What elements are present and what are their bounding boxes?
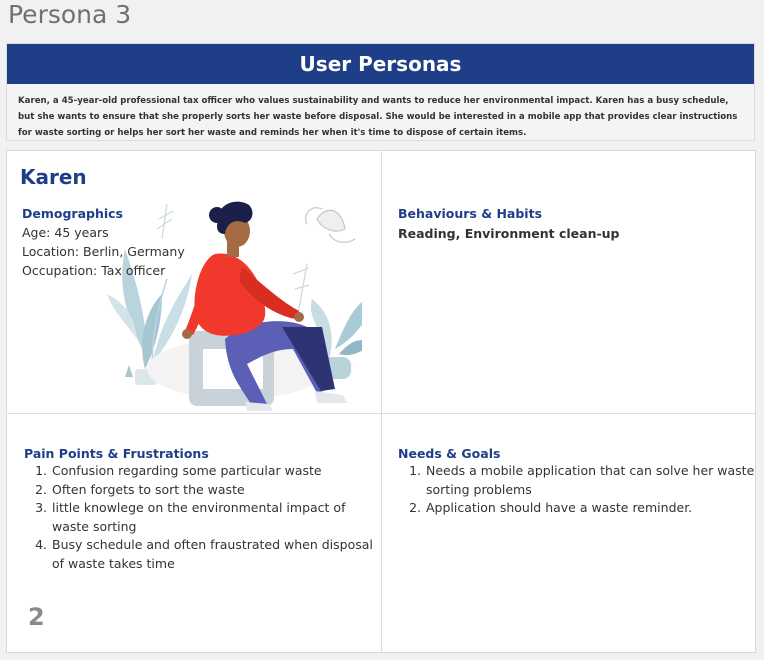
list-item: Often forgets to sort the waste [51,481,386,500]
persona-name: Karen [20,165,87,189]
grid-divider-vertical [381,151,382,652]
leaves-icon [305,207,356,243]
behaviours-title: Behaviours & Habits [398,206,543,221]
page-title: Persona 3 [8,0,132,29]
list-item: Confusion regarding some particular wast… [51,462,386,481]
grid-divider-horizontal [7,413,755,414]
pain-points-title: Pain Points & Frustrations [24,446,209,461]
list-item: little knowlege on the environmental imp… [51,499,386,536]
header-title: User Personas [7,44,754,84]
pain-points-list: Confusion regarding some particular wast… [24,462,386,573]
list-item: Needs a mobile application that can solv… [425,462,764,499]
list-item: Busy schedule and often fraustrated when… [51,536,386,573]
header-description: Karen, a 45-year-old professional tax of… [18,96,738,138]
demographics-occupation: Occupation: Tax officer [22,263,166,278]
demographics-age: Age: 45 years [22,225,109,240]
page-number: 2 [28,603,45,631]
needs-list: Needs a mobile application that can solv… [398,462,764,518]
header-panel: User Personas Karen, a 45-year-old profe… [6,43,755,141]
list-item: Application should have a waste reminder… [425,499,764,518]
persona-grid: Karen Demographics Age: 45 years Locatio… [6,150,756,653]
demographics-location: Location: Berlin, Germany [22,244,185,259]
demographics-title: Demographics [22,206,123,221]
needs-title: Needs & Goals [398,446,501,461]
persona-illustration [107,201,362,411]
behaviours-text: Reading, Environment clean-up [398,226,620,241]
